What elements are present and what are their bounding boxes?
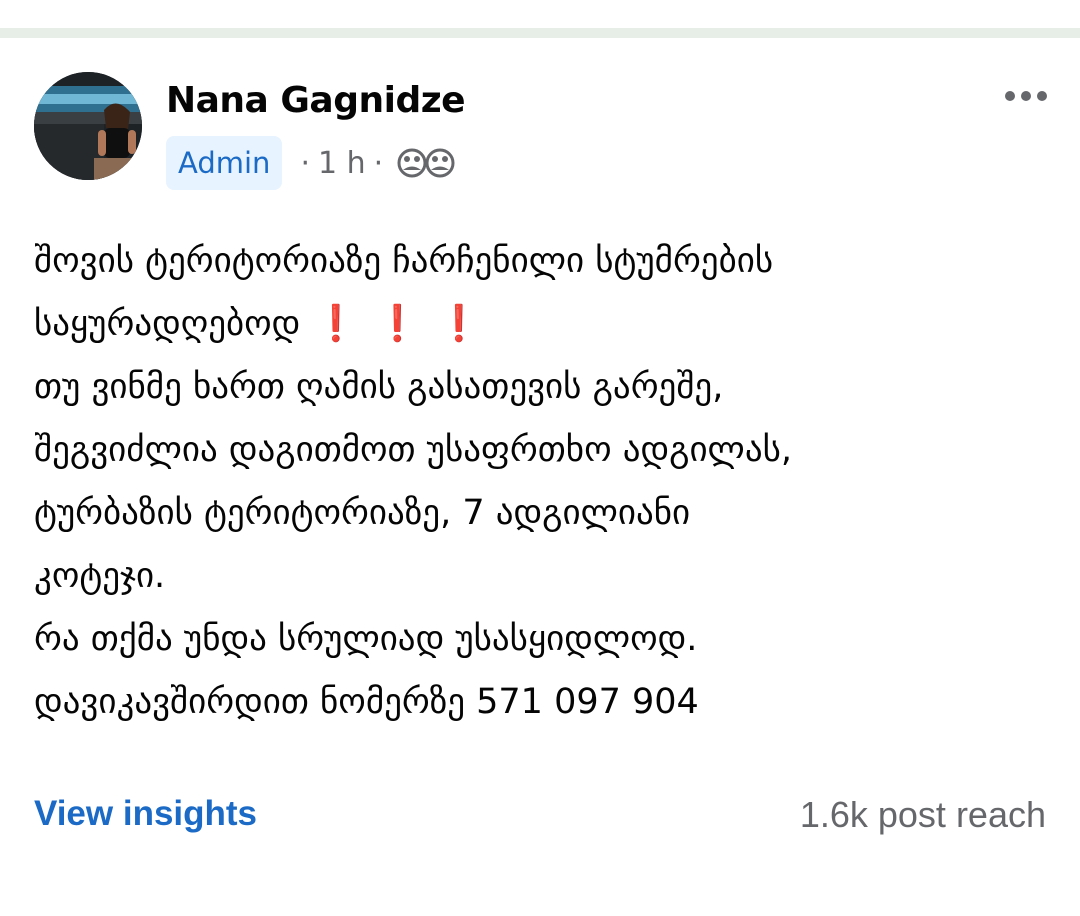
- post-line: საყურადღებოდ ❗❗❗: [34, 293, 1054, 356]
- post-text: შოვის ტერიტორიაზე ჩარჩენილი სტუმრების სა…: [34, 230, 1054, 734]
- post-header: Nana Gagnidze Admin · 1 h ·: [34, 72, 1054, 192]
- post-line: თუ ვინმე ხართ ღამის გასათევის გარეშე,: [34, 367, 724, 407]
- avatar[interactable]: [34, 72, 142, 180]
- more-horizontal-icon: [1005, 91, 1047, 101]
- post-meta: Admin · 1 h ·: [166, 136, 457, 190]
- post-line: შეგვიძლია დაგითმოთ უსაფრთხო ადგილას,: [34, 430, 793, 470]
- feed-divider: [0, 28, 1080, 38]
- meta-text: · 1 h ·: [292, 146, 457, 181]
- author-name[interactable]: Nana Gagnidze: [166, 80, 466, 121]
- post-line: შოვის ტერიტორიაზე ჩარჩენილი სტუმრების: [34, 241, 774, 281]
- admin-badge: Admin: [166, 136, 283, 190]
- exclamation-icon: ❗❗❗: [314, 304, 500, 344]
- avatar-photo: [34, 72, 142, 180]
- more-options-button[interactable]: [1002, 80, 1050, 112]
- post-line: რა თქმა უნდა სრულიად უსასყიდლოდ.: [34, 619, 698, 659]
- meta-separator: ·: [300, 145, 310, 181]
- meta-separator: ·: [373, 145, 384, 181]
- post-reach: 1.6k post reach: [799, 794, 1046, 835]
- post-footer: View insights 1.6k post reach: [34, 790, 1046, 842]
- post-line-text: საყურადღებოდ: [34, 304, 301, 344]
- view-insights-link[interactable]: View insights: [34, 794, 257, 834]
- post-line: დავიკავშირდით ნომერზე 571 097 904: [34, 682, 699, 722]
- post-time[interactable]: 1 h: [318, 146, 366, 181]
- post-line: ტურბაზის ტერიტორიაზე, 7 ადგილიანი: [34, 493, 691, 533]
- groups-icon[interactable]: [395, 148, 457, 178]
- post-line: კოტეჯი.: [34, 556, 166, 596]
